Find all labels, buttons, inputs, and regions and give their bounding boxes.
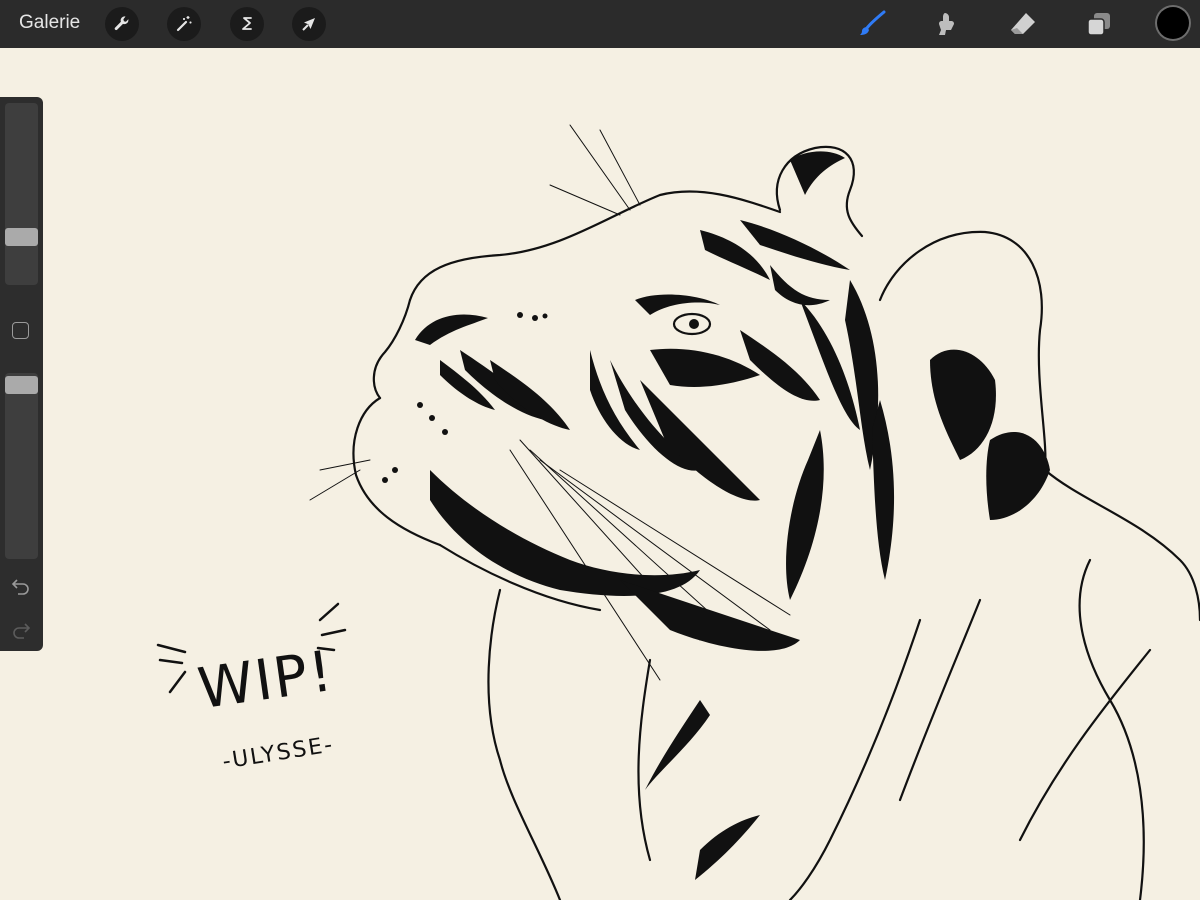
eraser-icon (1011, 13, 1035, 34)
gallery-button[interactable]: Galerie (19, 12, 80, 34)
top-toolbar: Galerie (0, 0, 1200, 48)
color-picker-button[interactable] (1157, 7, 1189, 39)
selection-button[interactable] (230, 7, 264, 41)
actions-button[interactable] (105, 7, 139, 41)
transform-button[interactable] (292, 7, 326, 41)
paint-tool-button[interactable] (854, 6, 890, 42)
selection-icon (242, 17, 252, 30)
brush-icon (860, 10, 886, 35)
magic-wand-icon (176, 16, 192, 32)
layers-icon (1087, 13, 1110, 36)
drawing-canvas[interactable]: WIP! -ULYSSE- (0, 48, 1200, 900)
tiger-drawing (156, 124, 1200, 900)
wrench-icon (114, 16, 129, 31)
eraser-tool-button[interactable] (1005, 6, 1041, 42)
adjustments-button[interactable] (167, 7, 201, 41)
smudge-icon (939, 13, 954, 35)
smudge-tool-button[interactable] (928, 6, 964, 42)
transform-arrow-icon (302, 18, 315, 31)
layers-button[interactable] (1081, 6, 1117, 42)
